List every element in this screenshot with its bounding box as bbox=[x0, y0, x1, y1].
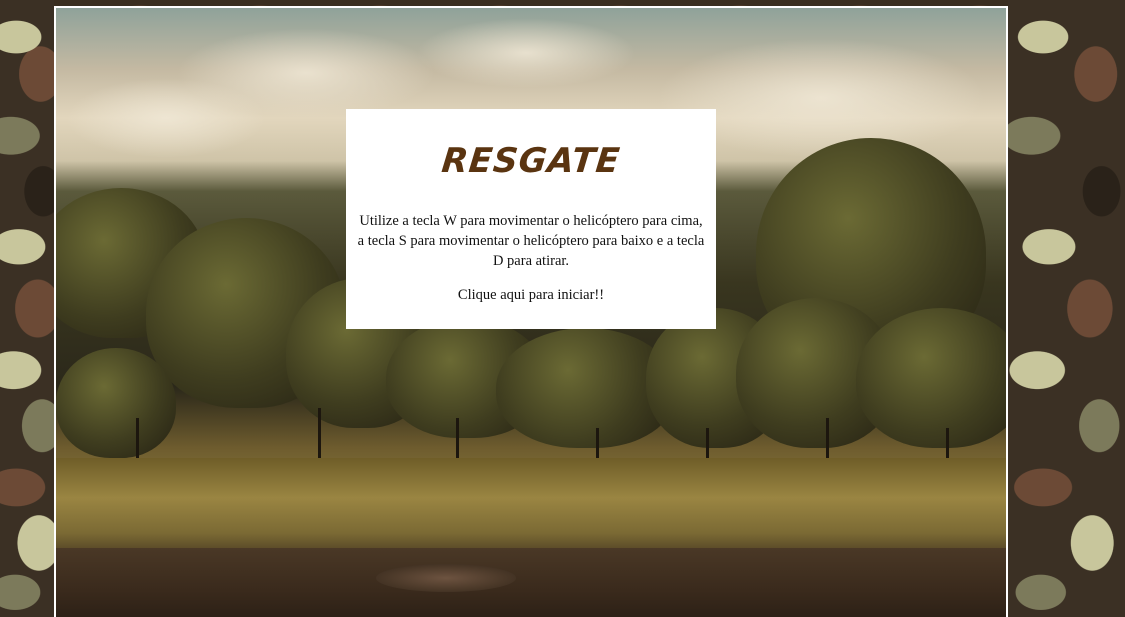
ground bbox=[56, 548, 1006, 617]
tree bbox=[56, 348, 176, 458]
camo-background-left bbox=[0, 0, 54, 617]
tree-stump bbox=[376, 564, 516, 592]
cloud bbox=[66, 78, 266, 158]
start-panel[interactable]: RESGATE Utilize a tecla W para movimenta… bbox=[346, 109, 716, 329]
tree bbox=[856, 308, 1006, 448]
start-button[interactable]: Clique aqui para iniciar!! bbox=[346, 287, 716, 304]
instructions-text: Utilize a tecla W para movimentar o heli… bbox=[357, 213, 705, 269]
cloud bbox=[416, 18, 636, 88]
camo-background-right bbox=[1008, 0, 1125, 617]
game-title: RESGATE bbox=[439, 141, 623, 181]
grass-field bbox=[56, 458, 1006, 558]
